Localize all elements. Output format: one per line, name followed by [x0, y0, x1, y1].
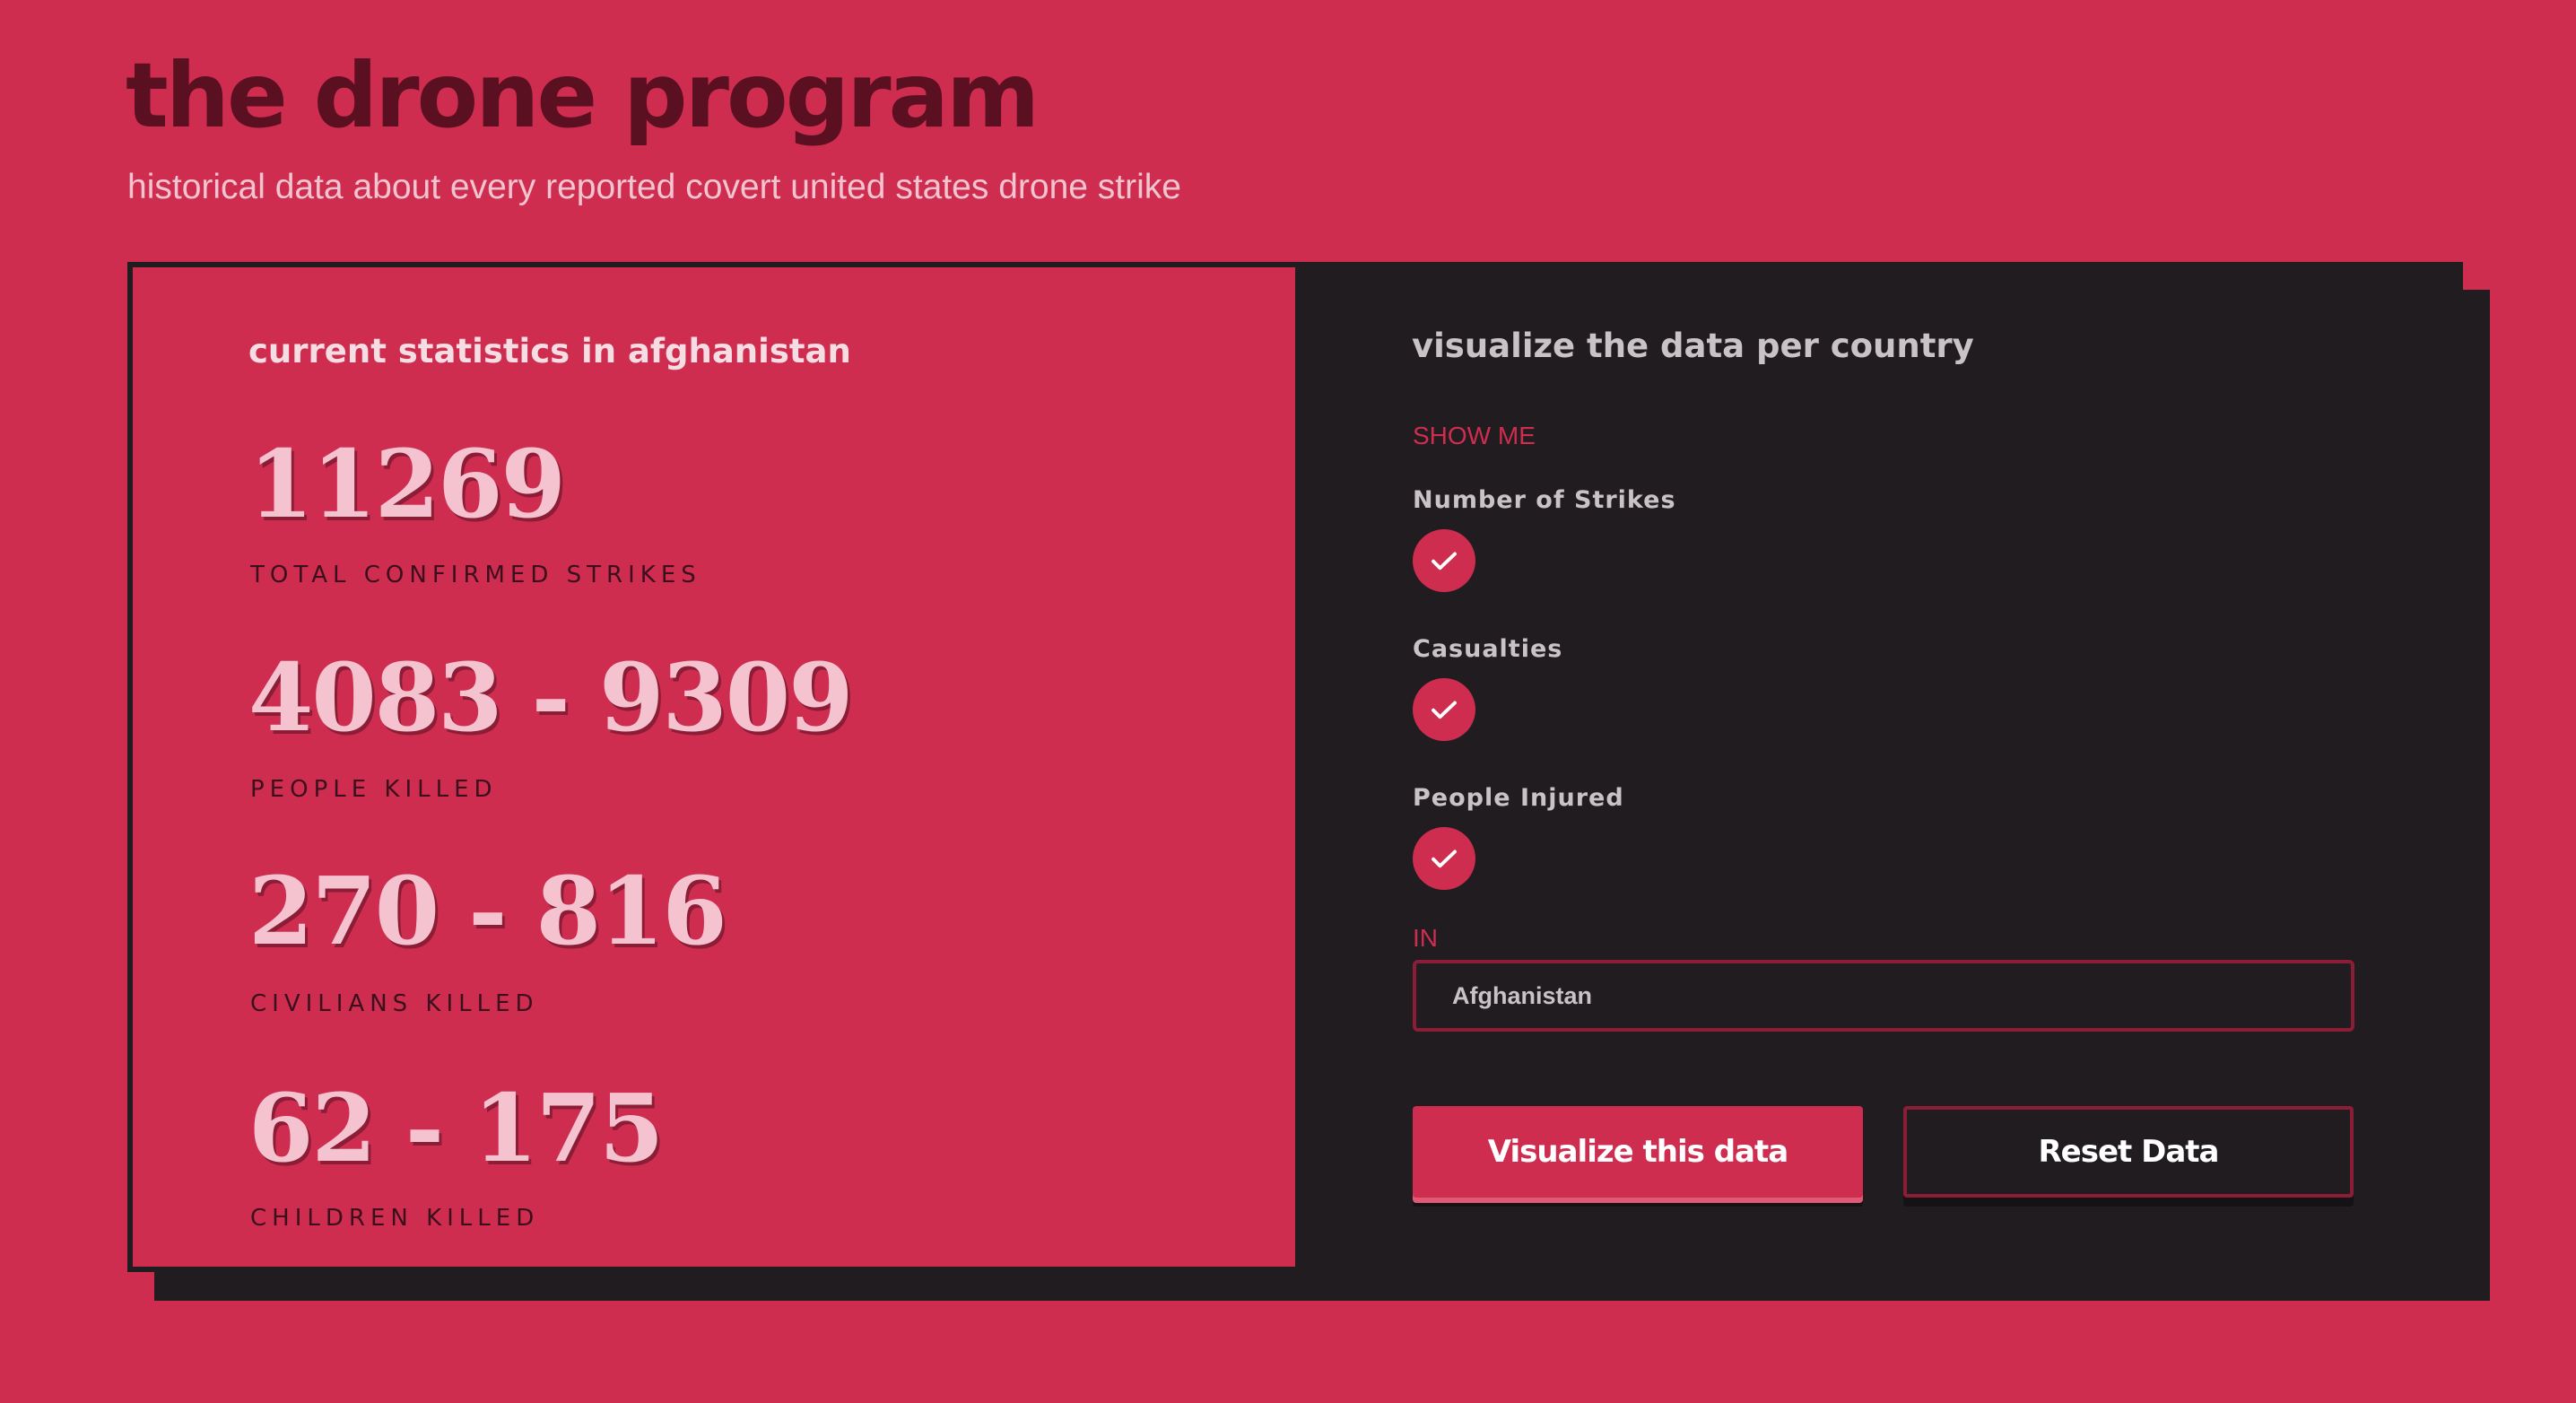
stat-children-killed-value: 62 - 175 — [248, 1073, 664, 1183]
page-subtitle: historical data about every reported cov… — [127, 168, 1181, 206]
controls-panel: visualize the data per country SHOW ME N… — [1295, 262, 2463, 1272]
checkmark-icon — [1432, 701, 1457, 719]
stat-people-killed-value: 4083 - 9309 — [248, 642, 853, 753]
in-label: IN — [1413, 924, 1438, 952]
page: the drone program historical data about … — [0, 0, 2576, 1403]
checkbox-injured[interactable] — [1413, 827, 1475, 890]
option-label-casualties: Casualties — [1413, 635, 1563, 663]
stats-panel: current statistics in afghanistan 11269 … — [127, 262, 1295, 1272]
reset-button[interactable]: Reset Data — [1903, 1106, 2354, 1198]
checkbox-casualties[interactable] — [1413, 678, 1475, 741]
option-label-strikes: Number of Strikes — [1413, 486, 1676, 514]
stat-civilians-killed-value: 270 - 816 — [248, 856, 727, 966]
stat-people-killed-label: PEOPLE KILLED — [250, 776, 498, 803]
country-select[interactable]: Afghanistan — [1413, 960, 2354, 1032]
show-me-label: SHOW ME — [1413, 422, 1536, 449]
option-label-injured: People Injured — [1413, 784, 1624, 812]
stat-civilians-killed-label: CIVILIANS KILLED — [250, 990, 539, 1017]
checkmark-icon — [1432, 552, 1457, 571]
main-card: current statistics in afghanistan 11269 … — [127, 262, 2463, 1272]
stat-total-strikes-label: TOTAL CONFIRMED STRIKES — [250, 562, 701, 588]
stats-heading: current statistics in afghanistan — [248, 332, 851, 370]
stat-children-killed-label: CHILDREN KILLED — [250, 1205, 540, 1232]
controls-heading: visualize the data per country — [1412, 327, 1974, 365]
checkbox-strikes[interactable] — [1413, 529, 1475, 592]
country-select-value: Afghanistan — [1452, 981, 1593, 1009]
checkmark-icon — [1432, 850, 1457, 868]
visualize-button[interactable]: Visualize this data — [1413, 1106, 1863, 1198]
page-title: the drone program — [126, 43, 1040, 148]
stat-total-strikes-value: 11269 — [248, 429, 566, 539]
